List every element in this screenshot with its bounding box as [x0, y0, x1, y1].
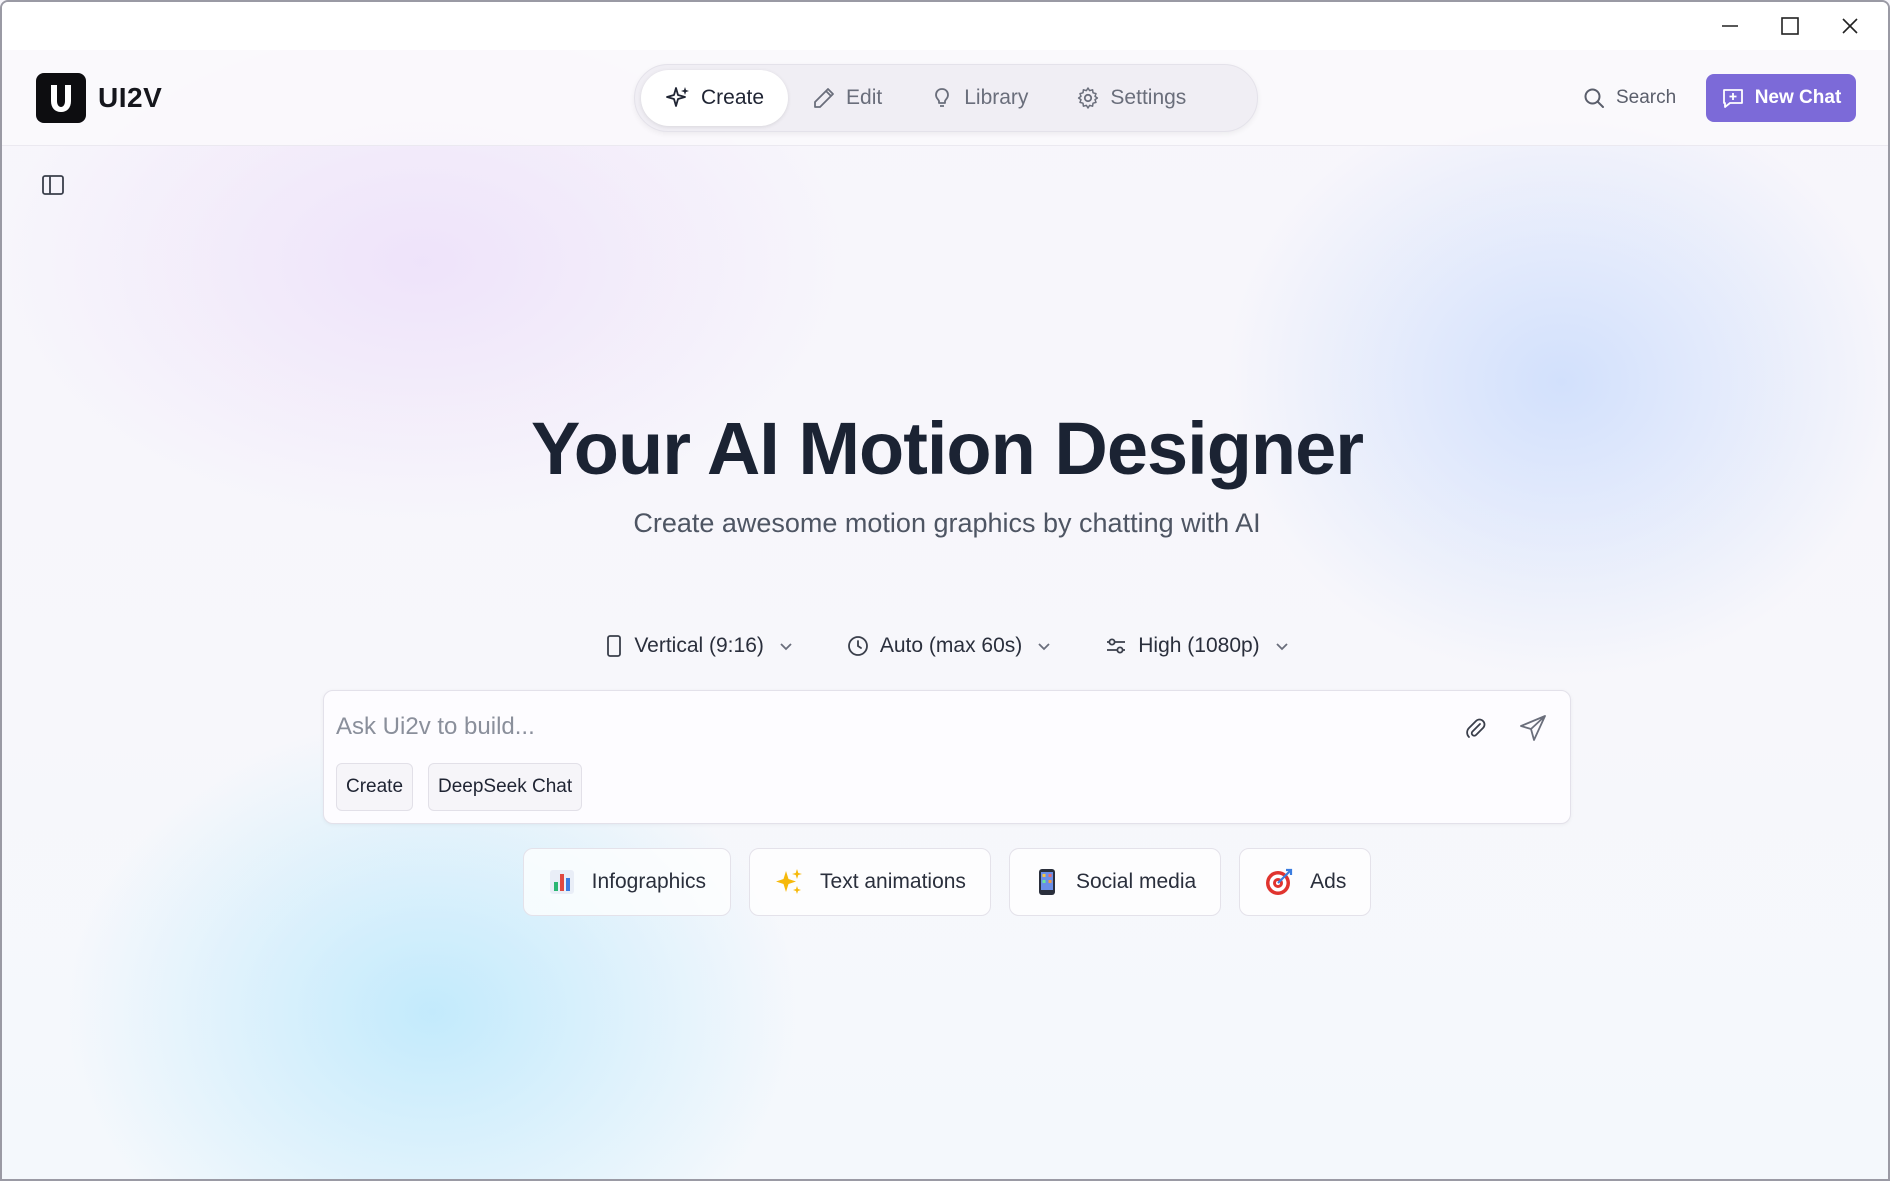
minimize-button[interactable]: [1700, 2, 1760, 50]
tab-create[interactable]: Create: [641, 70, 789, 126]
category-ads[interactable]: Ads: [1239, 848, 1372, 916]
tab-settings-label: Settings: [1110, 86, 1187, 109]
tab-create-label: Create: [701, 86, 765, 109]
tab-edit[interactable]: Edit: [788, 70, 906, 126]
app-name: UI2V: [98, 82, 163, 113]
hero-subtitle: Create awesome motion graphics by chatti…: [633, 508, 1261, 538]
sidebar-icon: [42, 175, 64, 195]
aspect-ratio-value: Vertical (9:16): [634, 634, 764, 657]
chevron-down-icon: [1038, 643, 1050, 651]
search-icon: [1584, 88, 1604, 108]
sparkle-icon: [666, 87, 689, 107]
category-infographics[interactable]: Infographics: [522, 848, 732, 916]
app-header: UI2V Create Edit Library Settings Search…: [2, 50, 1888, 146]
duration-dropdown[interactable]: Auto (max 60s): [846, 624, 1052, 668]
chevron-down-icon: [780, 643, 792, 651]
logo-u-icon: [51, 85, 71, 112]
close-icon: [1842, 18, 1858, 34]
close-button[interactable]: [1820, 2, 1880, 50]
prompt-composer: Create DeepSeek Chat: [323, 690, 1571, 824]
model-chip[interactable]: DeepSeek Chat: [428, 763, 583, 811]
logo-mark: [36, 73, 86, 123]
mode-chip[interactable]: Create: [336, 763, 414, 811]
main-nav: Create Edit Library Settings: [634, 64, 1258, 132]
maximize-icon: [1781, 17, 1799, 35]
pencil-icon: [814, 88, 834, 108]
category-label: Infographics: [591, 870, 707, 893]
aspect-ratio-dropdown[interactable]: Vertical (9:16): [604, 624, 794, 668]
minimize-icon: [1722, 25, 1738, 27]
tab-library[interactable]: Library: [906, 70, 1052, 126]
tab-library-label: Library: [964, 86, 1029, 109]
attach-button[interactable]: [1458, 711, 1492, 745]
paperclip-icon: [1466, 718, 1486, 738]
chat-plus-icon: [1722, 89, 1743, 108]
app-logo[interactable]: UI2V: [36, 73, 162, 123]
category-social-media[interactable]: Social media: [1008, 848, 1222, 916]
send-button[interactable]: [1514, 709, 1552, 747]
quality-dropdown[interactable]: High (1080p): [1104, 624, 1289, 668]
duration-value: Auto (max 60s): [879, 634, 1023, 657]
tab-edit-label: Edit: [846, 86, 883, 109]
hero-title: Your AI Motion Designer: [530, 407, 1364, 490]
maximize-button[interactable]: [1760, 2, 1820, 50]
clock-icon: [847, 636, 868, 656]
gear-icon: [1078, 87, 1099, 109]
lightbulb-icon: [935, 88, 950, 107]
send-icon: [1520, 715, 1546, 741]
tab-settings[interactable]: Settings: [1052, 70, 1210, 126]
quality-value: High (1080p): [1138, 634, 1260, 657]
category-label: Social media: [1075, 870, 1197, 893]
category-label: Text animations: [820, 870, 966, 893]
new-chat-button[interactable]: New Chat: [1706, 74, 1856, 122]
category-text-animations[interactable]: Text animations: [749, 848, 991, 916]
sidebar-toggle-button[interactable]: [40, 172, 66, 198]
phone-icon: [1034, 868, 1060, 896]
sliders-icon: [1107, 638, 1126, 654]
category-suggestions: Infographics Text animations Social medi…: [2, 848, 1888, 916]
app-window: UI2V Create Edit Library Settings Search…: [0, 0, 1890, 1181]
new-chat-label: New Chat: [1754, 87, 1842, 108]
target-icon: [1264, 867, 1294, 897]
chevron-down-icon: [1276, 643, 1288, 651]
search-button[interactable]: Search: [1582, 80, 1676, 116]
search-label: Search: [1616, 87, 1677, 108]
prompt-input[interactable]: [336, 705, 1436, 749]
phone-outline-icon: [607, 635, 622, 657]
bar-chart-icon: [548, 868, 576, 896]
video-options: Vertical (9:16) Auto (max 60s) High (108…: [2, 624, 1888, 668]
title-bar: [2, 2, 1888, 50]
sparkles-icon: [774, 867, 804, 897]
category-label: Ads: [1310, 870, 1347, 893]
